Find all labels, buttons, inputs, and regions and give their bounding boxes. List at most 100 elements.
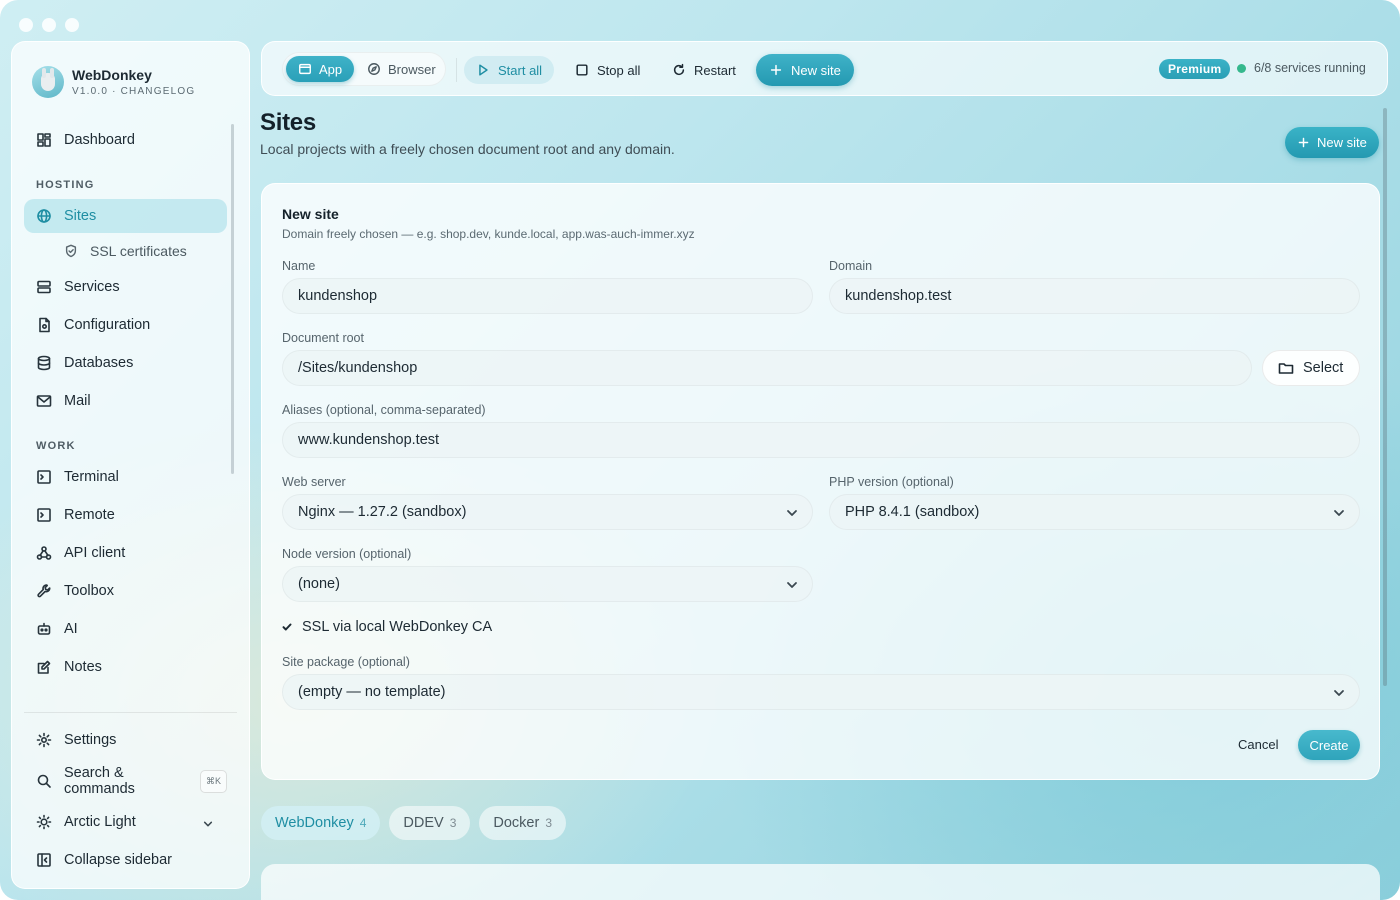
sidebar-item-label: Remote	[64, 507, 115, 523]
app-window-icon	[299, 63, 311, 75]
sidebar-item-label: Dashboard	[64, 132, 135, 148]
remote-terminal-icon	[37, 508, 51, 522]
toolbar-divider	[456, 58, 457, 82]
site-package-select[interactable]: (empty — no template)	[282, 674, 1360, 710]
version-changelog-link[interactable]: V1.0.0 · CHANGELOG	[72, 86, 195, 97]
sidebar-item-label: Terminal	[64, 469, 119, 485]
sidebar-item-label: Notes	[64, 659, 102, 675]
document-root-input[interactable]: /Sites/kundenshop	[282, 350, 1252, 386]
sidebar-item-api-client[interactable]: API client	[24, 536, 227, 570]
restart-button[interactable]: Restart	[672, 56, 736, 84]
sidebar-item-label: SSL certificates	[90, 243, 187, 259]
aliases-input[interactable]: www.kundenshop.test	[282, 422, 1360, 458]
sidebar-item-configuration[interactable]: Configuration	[24, 308, 227, 342]
app-window: WebDonkey V1.0.0 · CHANGELOG Dashboard H…	[0, 0, 1400, 900]
view-mode-app-button[interactable]: App	[286, 56, 355, 82]
sidebar-item-databases[interactable]: Databases	[24, 346, 227, 380]
view-mode-browser-button[interactable]: Browser	[355, 56, 448, 82]
sidebar-item-label: API client	[64, 545, 126, 561]
start-all-button[interactable]: Start all	[464, 56, 555, 84]
theme-label: Arctic Light	[64, 814, 136, 830]
collapse-sidebar-button[interactable]: Collapse sidebar	[24, 843, 227, 877]
sidebar-item-ai[interactable]: AI	[24, 612, 227, 646]
sidebar-item-terminal[interactable]: Terminal	[24, 460, 227, 494]
name-input[interactable]: kundenshop	[282, 278, 813, 314]
terminal-icon	[37, 470, 51, 484]
sidebar-item-sites[interactable]: Sites	[24, 199, 227, 233]
globe-icon	[37, 209, 51, 223]
sidebar-item-label: Sites	[64, 208, 97, 224]
toolbar-new-site-button[interactable]: New site	[756, 54, 854, 86]
chevron-down-icon	[786, 579, 798, 591]
web-server-select[interactable]: Nginx — 1.27.2 (sandbox)	[282, 494, 813, 530]
sidebar-item-search-commands[interactable]: Search & commands ⌘K	[24, 764, 227, 798]
sidebar-item-remote[interactable]: Remote	[24, 498, 227, 532]
sidebar-item-label: Services	[64, 279, 120, 295]
minimize-window-button[interactable]	[42, 18, 56, 32]
folder-icon	[1278, 363, 1294, 374]
theme-select[interactable]: Arctic Light	[24, 805, 227, 839]
sidebar-item-notes[interactable]: Notes	[24, 650, 227, 684]
tab-docker[interactable]: Docker 3	[479, 806, 567, 840]
sidebar-item-services[interactable]: Services	[24, 270, 227, 304]
page-title: Sites	[260, 109, 316, 136]
new-site-button[interactable]: New site	[1285, 127, 1379, 158]
web-server-label: Web server	[282, 475, 346, 489]
note-edit-icon	[37, 660, 51, 674]
sidebar-divider	[24, 712, 237, 713]
sidebar-item-label: Toolbox	[64, 583, 114, 599]
document-root-label: Document root	[282, 331, 364, 345]
chevron-down-icon	[786, 507, 798, 519]
sidebar-item-dashboard[interactable]: Dashboard	[24, 123, 227, 157]
sidebar-collapse-icon	[37, 853, 51, 867]
site-package-value: (empty — no template)	[298, 684, 446, 700]
sidebar-item-ssl-certificates[interactable]: SSL certificates	[24, 234, 227, 268]
tab-ddev[interactable]: DDEV 3	[389, 806, 471, 840]
php-version-value: PHP 8.4.1 (sandbox)	[845, 504, 980, 520]
zoom-window-button[interactable]	[65, 18, 79, 32]
sidebar-scrollbar[interactable]	[231, 124, 234, 474]
node-version-select[interactable]: (none)	[282, 566, 813, 602]
view-mode-toggle: App Browser	[282, 52, 446, 86]
cancel-button[interactable]: Cancel	[1238, 737, 1278, 752]
ssl-checkbox[interactable]: SSL via local WebDonkey CA	[282, 619, 492, 635]
webhook-icon	[36, 546, 52, 560]
main-scrollbar[interactable]	[1383, 108, 1387, 686]
stop-all-button[interactable]: Stop all	[575, 56, 640, 84]
sidebar-item-mail[interactable]: Mail	[24, 384, 227, 418]
name-label: Name	[282, 259, 316, 273]
wrench-icon	[37, 584, 51, 598]
sidebar-item-label: Mail	[64, 393, 91, 409]
window-controls	[19, 18, 79, 32]
sidebar: WebDonkey V1.0.0 · CHANGELOG Dashboard H…	[11, 41, 250, 889]
robot-icon	[37, 622, 51, 635]
provider-tabs: WebDonkey 4 DDEV 3 Docker 3	[261, 806, 567, 840]
domain-input[interactable]: kundenshop.test	[829, 278, 1360, 314]
tab-count: 3	[449, 816, 457, 830]
database-icon	[37, 355, 51, 371]
php-version-select[interactable]: PHP 8.4.1 (sandbox)	[829, 494, 1360, 530]
donkey-logo-icon	[32, 66, 64, 98]
brand: WebDonkey V1.0.0 · CHANGELOG	[32, 66, 195, 98]
top-toolbar: App Browser Start all Stop all Restart N…	[261, 41, 1388, 96]
sidebar-item-settings[interactable]: Settings	[24, 723, 227, 757]
refresh-icon	[673, 63, 685, 76]
new-site-form: New site Domain freely chosen — e.g. sho…	[261, 183, 1380, 780]
tab-webdonkey[interactable]: WebDonkey 4	[261, 806, 381, 840]
sidebar-item-label: Search & commands	[64, 765, 135, 797]
form-subtitle: Domain freely chosen — e.g. shop.dev, ku…	[282, 227, 695, 241]
chevron-down-icon	[1333, 507, 1345, 519]
php-version-label: PHP version (optional)	[829, 475, 954, 489]
compass-icon	[368, 63, 380, 75]
checkmark-icon	[282, 623, 292, 631]
shield-check-icon	[65, 244, 77, 258]
sidebar-item-label: Collapse sidebar	[64, 852, 173, 868]
create-button[interactable]: Create	[1298, 730, 1360, 760]
sun-icon	[36, 814, 52, 830]
close-window-button[interactable]	[19, 18, 33, 32]
sidebar-item-toolbox[interactable]: Toolbox	[24, 574, 227, 608]
aliases-label: Aliases (optional, comma-separated)	[282, 403, 486, 417]
services-status-text: 6/8 services running	[1254, 61, 1366, 75]
section-label-hosting: HOSTING	[36, 179, 95, 191]
select-folder-button[interactable]: Select	[1262, 350, 1360, 386]
